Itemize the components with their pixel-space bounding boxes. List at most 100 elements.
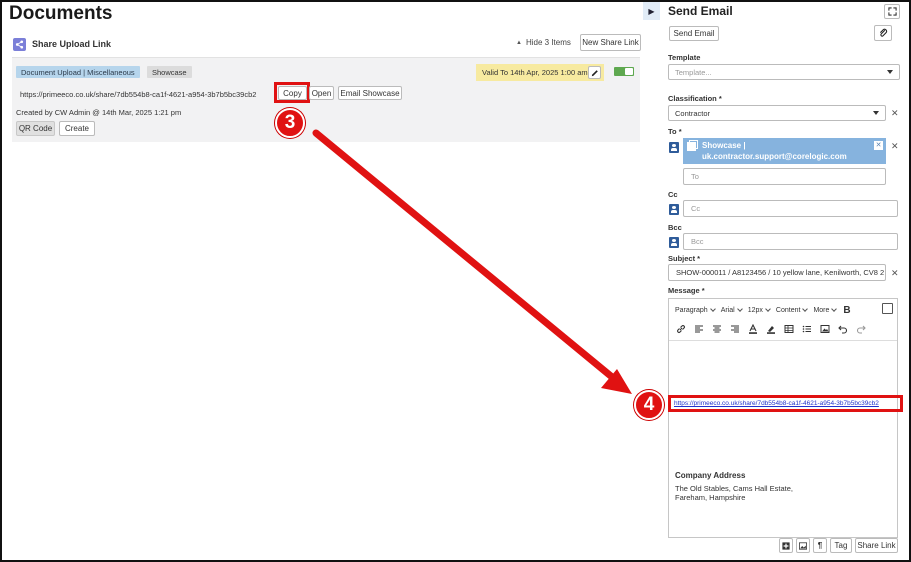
message-editor[interactable]: Paragraph Arial 12px Content More B http…	[668, 298, 903, 538]
contact-picker-to-icon[interactable]	[669, 142, 679, 153]
step-4-badge: 4	[634, 390, 664, 420]
editor-fullscreen-icon[interactable]	[882, 303, 893, 314]
valid-to-badge: Valid To 14th Apr, 2025 1:00 am	[476, 64, 604, 81]
collapse-panel-button[interactable]: ▶	[643, 2, 660, 20]
dropdown-arrow-icon	[873, 111, 879, 115]
link-highlight-box	[668, 395, 903, 412]
company-address-line-2: Fareham, Hampshire	[675, 493, 746, 502]
align-center-icon[interactable]	[711, 323, 723, 335]
to-input[interactable]: To	[683, 168, 886, 185]
editor-toolbar-row-2	[669, 320, 897, 338]
share-upload-title: Share Upload Link	[32, 39, 112, 49]
insert-button[interactable]	[779, 538, 793, 553]
font-select[interactable]: Arial	[721, 305, 743, 314]
template-placeholder: Template...	[675, 67, 712, 77]
align-right-icon[interactable]	[729, 323, 741, 335]
clear-classification-icon[interactable]: ✕	[891, 108, 899, 119]
valid-to-label: Valid To 14th Apr, 2025 1:00 am	[482, 68, 588, 77]
classification-value: Contractor	[675, 108, 711, 118]
link-icon[interactable]	[675, 323, 687, 335]
font-size-label: 12px	[747, 306, 763, 314]
subject-value: SHOW-000011 / A8123456 / 10 yellow lane,…	[676, 268, 885, 277]
plus-square-icon	[782, 541, 790, 550]
category-tag: Document Upload | Miscellaneous	[16, 66, 140, 78]
cc-placeholder: Cc	[691, 204, 701, 213]
more-select[interactable]: More	[813, 305, 838, 314]
page-title: Documents	[9, 3, 113, 24]
recipient-chip-line2: uk.contractor.support@corelogic.com	[702, 152, 847, 161]
paragraph-mark-button[interactable]: ¶	[813, 538, 827, 553]
hide-items-toggle[interactable]: ▲ Hide 3 Items	[516, 38, 571, 47]
tag-button[interactable]: Tag	[830, 538, 852, 553]
fullscreen-button[interactable]	[884, 4, 900, 19]
undo-icon[interactable]	[837, 323, 849, 335]
share-icon	[13, 37, 26, 51]
created-by-text: Created by CW Admin @ 14th Mar, 2025 1:2…	[16, 108, 182, 117]
paperclip-icon	[879, 28, 887, 37]
new-share-link-button[interactable]: New Share Link	[580, 34, 641, 51]
list-icon[interactable]	[801, 323, 813, 335]
send-email-title: Send Email	[668, 4, 733, 18]
active-toggle[interactable]	[614, 67, 634, 76]
showcase-tag: Showcase	[147, 66, 192, 78]
pilcrow-icon: ¶	[817, 541, 823, 550]
chevron-down-icon	[736, 305, 743, 312]
contact-picker-bcc-icon[interactable]	[669, 237, 679, 248]
to-placeholder: To	[691, 172, 699, 181]
chevron-down-icon	[709, 305, 716, 312]
to-label: To *	[668, 127, 682, 136]
company-address-line-1: The Old Stables, Cams Hall Estate,	[675, 484, 793, 493]
caret-up-icon: ▲	[516, 39, 522, 46]
classification-select[interactable]: Contractor	[668, 105, 886, 121]
copy-button[interactable]: Copy	[278, 86, 307, 100]
content-select[interactable]: Content	[775, 305, 809, 314]
clear-subject-icon[interactable]: ✕	[891, 268, 899, 279]
share-link-button[interactable]: Share Link	[855, 538, 898, 553]
cc-input[interactable]: Cc	[683, 200, 898, 217]
insert-image-button[interactable]	[796, 538, 810, 553]
email-showcase-button[interactable]: Email Showcase	[338, 86, 402, 100]
recipient-chip-line1: Showcase |	[702, 141, 746, 150]
template-select[interactable]: Template...	[668, 64, 900, 80]
pencil-icon	[591, 69, 598, 76]
subject-input[interactable]: SHOW-000011 / A8123456 / 10 yellow lane,…	[668, 264, 886, 281]
message-label: Message *	[668, 286, 705, 295]
subject-label: Subject *	[668, 254, 701, 263]
toolbar-divider	[669, 340, 897, 341]
chevron-down-icon	[831, 305, 838, 312]
table-icon[interactable]	[783, 323, 795, 335]
bcc-label: Bcc	[668, 223, 682, 232]
clear-to-icon[interactable]: ✕	[891, 141, 899, 152]
contact-picker-cc-icon[interactable]	[669, 204, 679, 215]
more-label: More	[813, 306, 830, 314]
open-button[interactable]: Open	[309, 86, 334, 100]
remove-recipient-icon[interactable]: ✕	[874, 141, 883, 150]
hide-items-label: Hide 3 Items	[525, 38, 571, 47]
step-3-badge: 3	[275, 108, 305, 138]
content-label: Content	[775, 306, 801, 314]
dropdown-arrow-icon	[887, 70, 893, 74]
share-upload-header: Share Upload Link	[13, 36, 111, 52]
template-label: Template	[668, 53, 701, 62]
align-left-icon[interactable]	[693, 323, 705, 335]
text-color-icon[interactable]	[747, 323, 759, 335]
send-email-button[interactable]: Send Email	[669, 26, 719, 41]
image-icon	[799, 541, 807, 550]
edit-expiry-button[interactable]	[588, 66, 601, 79]
share-url-text: https://primeeco.co.uk/share/7db554b8-ca…	[20, 90, 257, 99]
redo-icon[interactable]	[855, 323, 867, 335]
attach-button[interactable]	[874, 25, 892, 41]
font-size-select[interactable]: 12px	[747, 305, 771, 314]
create-button[interactable]: Create	[59, 121, 95, 136]
qr-code-button[interactable]: QR Code	[16, 121, 55, 136]
bcc-input[interactable]: Bcc	[683, 233, 898, 250]
image-icon[interactable]	[819, 323, 831, 335]
bcc-placeholder: Bcc	[691, 237, 704, 246]
highlight-color-icon[interactable]	[765, 323, 777, 335]
paragraph-label: Paragraph	[675, 306, 708, 314]
bold-button[interactable]: B	[843, 305, 850, 316]
chevron-down-icon	[765, 305, 771, 312]
classification-label: Classification *	[668, 94, 722, 103]
copy-icon	[687, 142, 696, 151]
paragraph-select[interactable]: Paragraph	[675, 305, 716, 314]
